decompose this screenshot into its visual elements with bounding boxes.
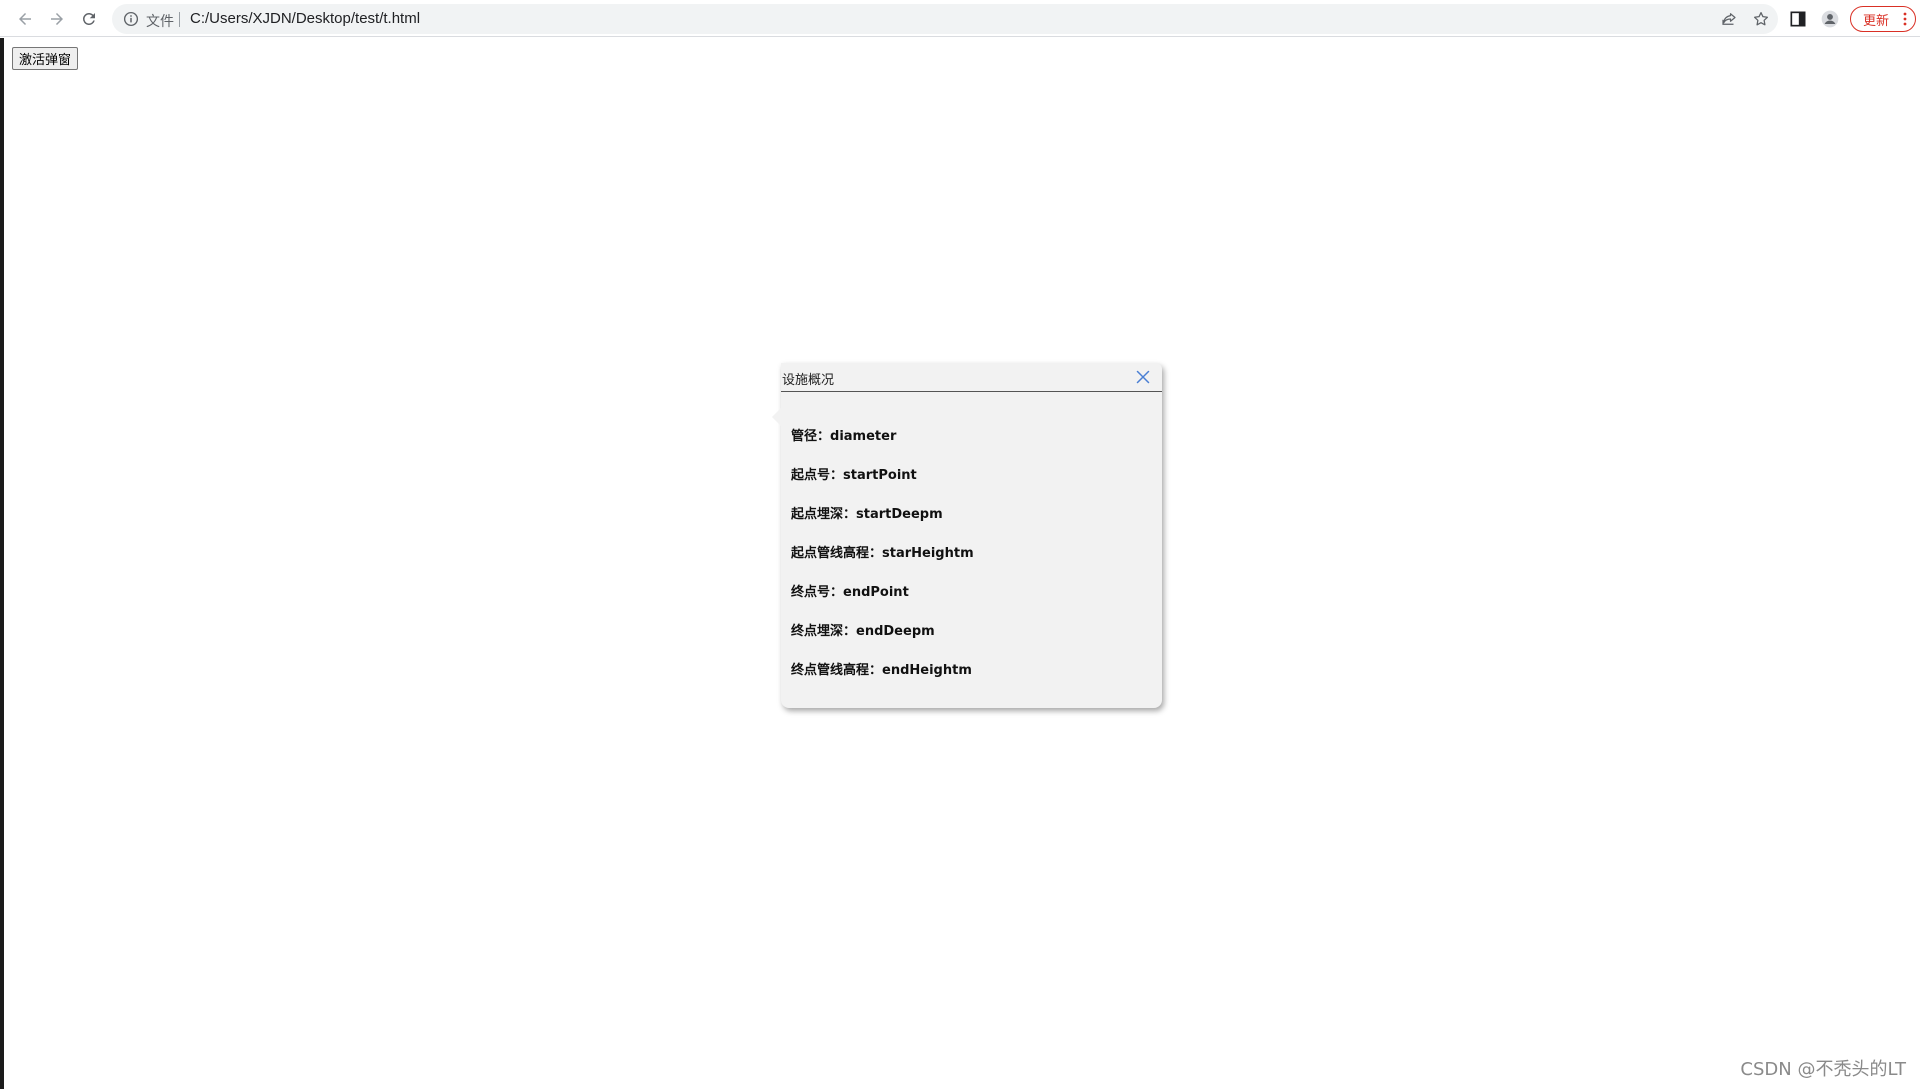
- popup-body: 管径：diameter 起点号：startPoint 起点埋深：startDee…: [791, 425, 1151, 698]
- field-value: starHeightm: [882, 546, 974, 561]
- address-bar[interactable]: 文件 C:/Users/XJDN/Desktop/test/t.html: [112, 4, 1778, 34]
- info-icon[interactable]: [122, 10, 140, 28]
- popup-title: 设施概况: [782, 373, 835, 388]
- field-value: endDeepm: [856, 624, 935, 639]
- side-panel-icon[interactable]: [1788, 9, 1808, 29]
- field-label: 管径：: [791, 429, 831, 444]
- field-end-height: 终点管线高程：endHeightm: [791, 659, 1151, 698]
- close-icon[interactable]: [1136, 370, 1150, 384]
- star-icon[interactable]: [1752, 10, 1770, 28]
- popup-pointer: [772, 408, 781, 426]
- field-label: 起点管线高程：: [791, 546, 883, 561]
- field-value: diameter: [830, 429, 897, 444]
- activate-popup-button[interactable]: 激活弹窗: [12, 47, 79, 70]
- field-value: startPoint: [843, 468, 917, 483]
- field-value: endPoint: [843, 585, 909, 600]
- field-label: 起点埋深：: [791, 507, 857, 522]
- scheme-label: 文件: [146, 13, 174, 29]
- reload-button[interactable]: [75, 5, 103, 33]
- field-start-depth: 起点埋深：startDeepm: [791, 503, 1151, 542]
- back-button[interactable]: [11, 5, 39, 33]
- field-label: 终点埋深：: [791, 624, 857, 639]
- watermark: CSDN @不秃头的LT: [1740, 1059, 1906, 1080]
- field-end-depth: 终点埋深：endDeepm: [791, 620, 1151, 659]
- more-vert-icon: [1903, 12, 1907, 26]
- field-diameter: 管径：diameter: [791, 425, 1151, 464]
- field-value: startDeepm: [856, 507, 943, 522]
- omnibox-separator: [179, 12, 180, 27]
- reload-icon: [82, 12, 95, 25]
- profile-icon[interactable]: [1820, 9, 1840, 29]
- field-start-height: 起点管线高程：starHeightm: [791, 542, 1151, 581]
- browser-toolbar: 文件 C:/Users/XJDN/Desktop/test/t.html 更新: [0, 0, 1920, 37]
- back-arrow-icon: [19, 13, 31, 25]
- field-label: 终点号：: [791, 585, 844, 600]
- forward-button[interactable]: [43, 5, 71, 33]
- field-start-point: 起点号：startPoint: [791, 464, 1151, 503]
- update-button[interactable]: 更新: [1850, 6, 1916, 32]
- share-icon[interactable]: [1720, 10, 1738, 28]
- update-label: 更新: [1863, 12, 1890, 28]
- window-left-edge: [0, 38, 4, 1089]
- popup-header: 设施概况: [781, 363, 1162, 392]
- url-text[interactable]: C:/Users/XJDN/Desktop/test/t.html: [190, 10, 420, 27]
- field-value: endHeightm: [882, 663, 972, 678]
- forward-arrow-icon: [51, 13, 63, 25]
- facility-popup: 设施概况 管径：diameter 起点号：startPoint 起点埋深：sta…: [772, 363, 1162, 708]
- field-end-point: 终点号：endPoint: [791, 581, 1151, 620]
- field-label: 终点管线高程：: [791, 663, 883, 678]
- field-label: 起点号：: [791, 468, 844, 483]
